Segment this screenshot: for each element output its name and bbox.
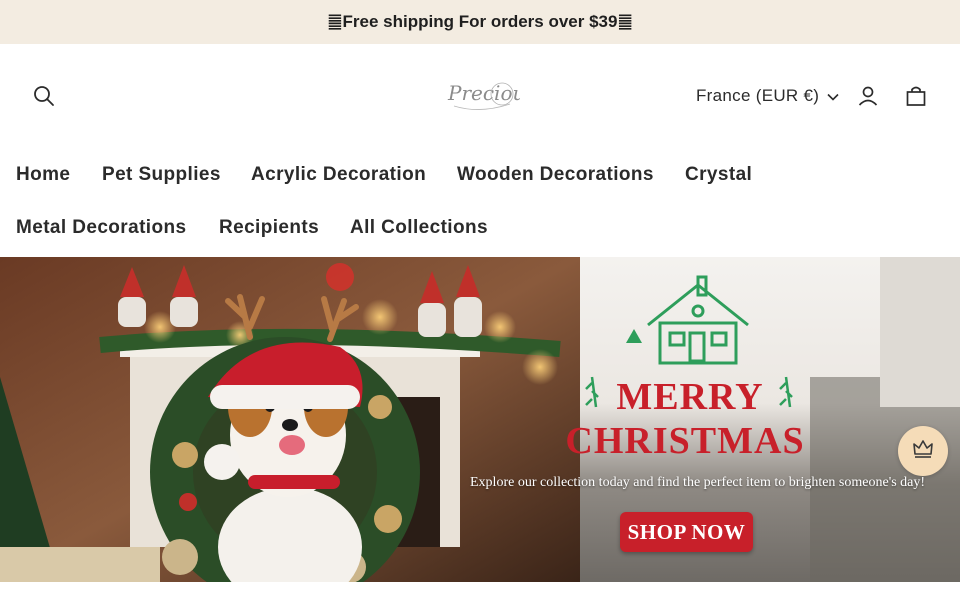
chevron-down-icon (827, 86, 839, 106)
nav-item-metal-decorations[interactable]: Metal Decorations (16, 217, 186, 239)
site-header: Precious France (EUR €) (0, 44, 960, 148)
hero-title-merry: MERRY (616, 376, 764, 418)
hero-tagline: Explore our collection today and find th… (470, 475, 926, 490)
nav-item-crystal[interactable]: Crystal (685, 164, 752, 186)
christmas-house-icon (647, 275, 749, 365)
hero-banner[interactable]: MERRY CHRISTMAS Explore our collection t… (0, 257, 960, 582)
bag-icon[interactable] (902, 82, 930, 110)
locale-label: France (EUR €) (696, 86, 820, 105)
site-logo[interactable]: Precious (440, 68, 536, 120)
crown-icon (911, 438, 935, 465)
hero-photo (0, 257, 580, 582)
main-nav: Home Pet Supplies Acrylic Decoration Woo… (0, 148, 960, 256)
logo-text: Precious (447, 81, 520, 105)
user-icon[interactable] (854, 82, 882, 110)
nav-item-recipients[interactable]: Recipients (219, 217, 319, 239)
nav-item-acrylic-decoration[interactable]: Acrylic Decoration (251, 164, 426, 186)
nav-item-home[interactable]: Home (16, 164, 70, 186)
nav-item-wooden-decorations[interactable]: Wooden Decorations (457, 164, 654, 186)
search-icon[interactable] (30, 82, 58, 110)
hero-title-christmas: CHRISTMAS (565, 420, 805, 462)
shop-now-button[interactable]: SHOP NOW (620, 512, 753, 552)
rewards-button[interactable] (898, 426, 948, 476)
nav-item-all-collections[interactable]: All Collections (350, 217, 488, 239)
announcement-text: ䷀Free shipping For orders over $39䷀ (327, 12, 633, 31)
nav-item-pet-supplies[interactable]: Pet Supplies (102, 164, 221, 186)
announcement-bar: ䷀Free shipping For orders over $39䷀ (0, 0, 960, 44)
locale-selector[interactable]: France (EUR €) (696, 86, 839, 106)
